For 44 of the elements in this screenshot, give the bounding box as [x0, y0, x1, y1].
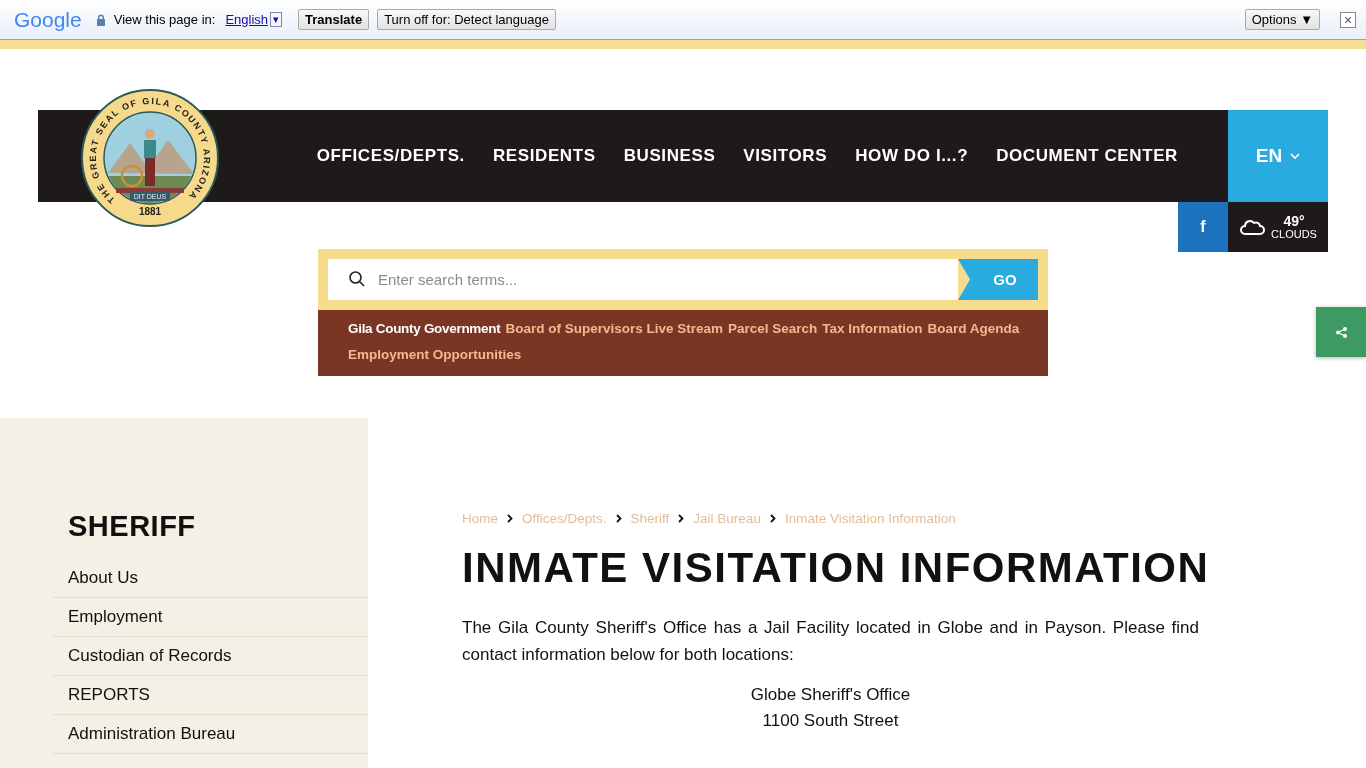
- chevron-icon: [769, 514, 776, 523]
- translate-prompt: View this page in:: [113, 12, 216, 27]
- page-title: INMATE VISITATION INFORMATION: [462, 543, 1210, 593]
- chevron-icon: [678, 514, 685, 523]
- quick-link[interactable]: Board Agenda: [927, 316, 1020, 342]
- nav-link[interactable]: RESIDENTS: [492, 146, 596, 166]
- sidebar-link[interactable]: Administration Bureau: [53, 715, 368, 754]
- lock-icon: [95, 13, 106, 26]
- sidebar-link[interactable]: REPORTS: [53, 676, 368, 715]
- sidebar-link[interactable]: About Us: [53, 559, 368, 598]
- quick-link[interactable]: Employment Opportunities: [348, 342, 522, 368]
- translate-button[interactable]: Translate: [298, 9, 370, 30]
- share-button[interactable]: [1316, 307, 1366, 357]
- cloud-icon: [1239, 218, 1266, 236]
- language-dropdown[interactable]: ▾: [270, 12, 283, 27]
- quick-link[interactable]: Board of Supervisors Live Stream: [505, 316, 723, 342]
- address-line: Globe Sheriff's Office: [749, 684, 912, 706]
- sidebar-link[interactable]: Custodian of Records: [53, 637, 368, 676]
- quick-link[interactable]: Parcel Search: [728, 316, 818, 342]
- quick-link[interactable]: Tax Information: [822, 316, 923, 342]
- language-link[interactable]: English: [225, 12, 269, 27]
- nav-link[interactable]: HOW DO I...?: [855, 146, 969, 166]
- search-field[interactable]: Enter search terms...: [328, 259, 958, 300]
- chevron-icon: [1290, 152, 1301, 160]
- nav-link[interactable]: VISITORS: [743, 146, 828, 166]
- temperature: 49°: [1283, 213, 1305, 229]
- options-button[interactable]: Options ▼: [1244, 9, 1320, 30]
- intro-paragraph: The Gila County Sheriff's Office has a Jail Facility located in Globe and in Payson. Please find contact information below for both locations:: [462, 617, 1199, 666]
- share-icon: [1335, 326, 1347, 338]
- close-button[interactable]: ×: [1340, 11, 1356, 28]
- address-line: 1100 South Street: [761, 710, 900, 732]
- nav-link[interactable]: DOCUMENT CENTER: [996, 146, 1178, 166]
- turn-off-button[interactable]: Turn off for: Detect language: [377, 9, 556, 30]
- quick-links-title: Gila County Government: [348, 320, 501, 338]
- sidebar-link[interactable]: Employment: [53, 598, 368, 637]
- nav-link[interactable]: OFFICES/DEPTS.: [316, 146, 465, 166]
- search-icon: [348, 270, 366, 288]
- chevron-icon: [507, 514, 513, 523]
- google-logo: Google: [14, 7, 82, 32]
- nav-link[interactable]: BUSINESS: [623, 146, 716, 166]
- sidebar-title: SHERIFF: [68, 510, 197, 543]
- chevron-icon: [615, 514, 622, 523]
- weather-condition: CLOUDS: [1271, 228, 1317, 241]
- facebook-link[interactable]: f: [1178, 202, 1228, 252]
